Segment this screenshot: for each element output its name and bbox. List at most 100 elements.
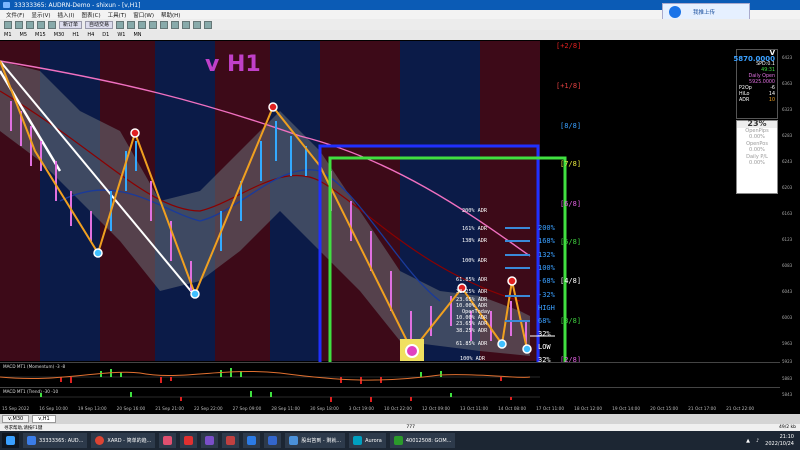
price-tick: 6283 — [782, 133, 793, 138]
status-traffic: 49/2 kb — [778, 425, 796, 430]
tab-v-m30[interactable]: v,M30 — [2, 415, 30, 423]
status-help: 寻求帮助,请按F1键 — [4, 425, 43, 431]
main-chart[interactable] — [0, 41, 780, 400]
taskbar-item-app3[interactable] — [159, 433, 177, 448]
chart-canvas — [0, 41, 730, 386]
zoom-in-icon[interactable] — [149, 20, 158, 29]
chart-tab-bar: v,M30 v,H1 — [0, 414, 800, 424]
price-tick: 5843 — [782, 392, 793, 397]
indicators-icon[interactable] — [182, 20, 191, 29]
app-icon — [184, 436, 194, 445]
menu-help[interactable]: 帮助(H) — [161, 11, 180, 19]
terminal-icon[interactable] — [48, 20, 56, 29]
price-tick: 6243 — [782, 159, 793, 164]
market-watch-icon[interactable] — [26, 20, 34, 29]
pivot-low-marker — [497, 339, 507, 349]
menu-insert[interactable]: 插入(I) — [58, 11, 75, 19]
cloud-icon — [669, 6, 681, 18]
menu-file[interactable]: 文件(F) — [6, 11, 24, 19]
time-tick: 3 Oct 19:00 — [348, 406, 375, 412]
periods-icon[interactable] — [193, 20, 202, 29]
tf-m30[interactable]: M30 — [54, 32, 65, 38]
mt4-icon — [393, 436, 403, 445]
adr-61-up: 61.85% ADR — [456, 277, 488, 283]
macd-trend-window[interactable]: MACD MT1 (Trend) -30 -10 — [0, 387, 780, 404]
candle-chart-icon[interactable] — [127, 20, 136, 29]
tf-m5[interactable]: M5 — [20, 32, 28, 38]
autotrade-button[interactable]: 自动交易 — [85, 20, 114, 29]
time-tick: 12 Oct 09:00 — [422, 406, 451, 412]
taskbar-item-app9[interactable]: 股出笞到 - 剩就... — [285, 433, 346, 448]
mt4-icon — [27, 436, 36, 445]
taskbar-item-app8[interactable] — [264, 433, 282, 448]
profiles-icon[interactable] — [15, 20, 23, 29]
taskbar-label: XARD - 简单的趋... — [107, 438, 152, 444]
network-icon[interactable]: ▲ — [746, 438, 750, 444]
price-tick: 6203 — [782, 185, 793, 190]
taskbar-item-app4[interactable] — [180, 433, 198, 448]
time-tick: 27 Sep 09:00 — [232, 406, 262, 412]
tf-mn[interactable]: MN — [133, 32, 141, 38]
app-icon — [289, 436, 299, 445]
taskbar-item-app6[interactable] — [222, 433, 240, 448]
tf-h1[interactable]: H1 — [72, 32, 79, 38]
pivot-low-marker — [93, 248, 103, 258]
adr-23-down: 23.65% ADR — [456, 321, 488, 327]
app-icon — [163, 436, 173, 445]
price-tick: 6123 — [782, 237, 793, 242]
menu-tools[interactable]: 工具(T) — [108, 11, 127, 19]
taskbar-item-app5[interactable] — [201, 433, 219, 448]
time-tick: 21 Oct 17:00 — [688, 406, 717, 412]
start-button[interactable] — [2, 433, 19, 448]
tab-v-h1[interactable]: v,H1 — [32, 415, 56, 423]
volume-icon[interactable]: ♪ — [756, 438, 759, 444]
clock[interactable]: 21:10 2022/10/24 — [765, 434, 794, 448]
time-tick: 20 Oct 15:00 — [650, 406, 679, 412]
adr-r-100: 100% — [538, 264, 555, 272]
price-tick: 6043 — [782, 289, 793, 294]
time-tick: 18 Oct 12:00 — [574, 406, 603, 412]
new-chart-icon[interactable] — [4, 20, 12, 29]
time-tick: 19 Sep 13:00 — [77, 406, 107, 412]
windows-start-icon — [6, 436, 15, 445]
price-tick: 5923 — [782, 359, 793, 364]
taskbar-item-aurora[interactable]: Aurora — [349, 433, 386, 448]
price-tick: 6003 — [782, 315, 793, 320]
taskbar-item-mt4-2[interactable]: 40012508: GOM... — [389, 433, 456, 448]
navigator-icon[interactable] — [37, 20, 45, 29]
menu-view[interactable]: 显示(V) — [31, 11, 50, 19]
tf-d1[interactable]: D1 — [102, 32, 109, 38]
line-chart-icon[interactable] — [138, 20, 147, 29]
app-icon — [226, 436, 236, 445]
taskbar-label: Aurora — [365, 437, 382, 444]
taskbar-item-chrome[interactable]: XARD - 简单的趋... — [91, 433, 156, 448]
templates-icon[interactable] — [204, 20, 213, 29]
tf-m15[interactable]: M15 — [35, 32, 46, 38]
adr-value: 10 — [768, 98, 775, 103]
adr-r-132: 132% — [538, 251, 555, 259]
app-icon — [247, 436, 257, 445]
time-tick: 21 Oct 22:00 — [726, 406, 755, 412]
toolbar: 新订单 自动交易 — [0, 19, 800, 30]
price-axis: 6423 6363 6323 6283 6243 6203 6163 6123 … — [780, 41, 800, 415]
tf-h4[interactable]: H4 — [87, 32, 94, 38]
crosshair-icon[interactable] — [171, 20, 180, 29]
taskbar-item-mt4[interactable]: 33333365: AUD... — [23, 433, 88, 448]
macd-momentum-window[interactable]: MACD MT1 (Momentum) -3 -8 — [0, 362, 780, 387]
adr-38-up: 38.25% ADR — [456, 289, 488, 295]
time-tick: 13 Oct 11:00 — [460, 406, 489, 412]
new-order-button[interactable]: 新订单 — [59, 20, 83, 29]
adr-r-200: 200% — [538, 224, 555, 232]
bar-chart-icon[interactable] — [116, 20, 125, 29]
window-title: 33333365: AUDRN-Demo - shixun - [v,H1] — [14, 1, 141, 9]
tf-w1[interactable]: W1 — [117, 32, 125, 38]
tf-m1[interactable]: M1 — [4, 32, 12, 38]
zoom-out-icon[interactable] — [160, 20, 169, 29]
level-plus-1-8: [+1/8] — [556, 82, 582, 90]
level-7-8: [7/8] — [560, 160, 582, 168]
taskbar-item-app7[interactable] — [243, 433, 261, 448]
pivot-high-marker — [130, 128, 140, 138]
menu-window[interactable]: 窗口(W) — [133, 11, 154, 19]
chrome-icon — [95, 436, 105, 445]
menu-chart[interactable]: 图表(C) — [81, 11, 100, 19]
